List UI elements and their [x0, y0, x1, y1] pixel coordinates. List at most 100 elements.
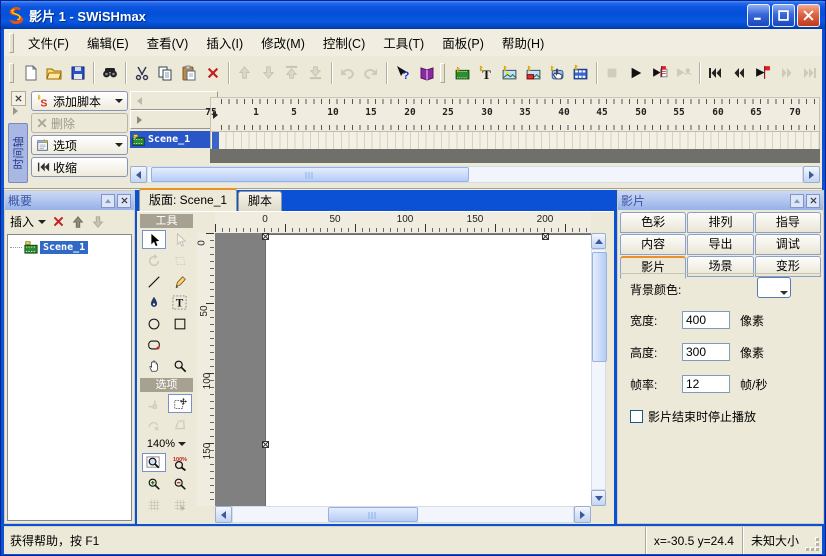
text-tool[interactable]: T	[168, 293, 192, 312]
outline-tree[interactable]: Scene_1	[7, 234, 132, 521]
redo-button[interactable]	[359, 60, 383, 86]
new-file-button[interactable]	[19, 60, 43, 86]
step-forward-button[interactable]	[775, 60, 799, 86]
go-to-first-frame-button[interactable]	[704, 60, 728, 86]
scroll-left-button[interactable]	[215, 506, 232, 523]
h-scrollbar-track[interactable]	[232, 506, 574, 523]
paste-button[interactable]	[177, 60, 201, 86]
tree-item-scene[interactable]: Scene_1	[10, 240, 131, 254]
show-grid-option[interactable]	[142, 495, 166, 514]
help-contents-button[interactable]	[415, 60, 439, 86]
play-to-flag-button[interactable]	[751, 60, 775, 86]
stop-button[interactable]	[601, 60, 625, 86]
preview-frame-button[interactable]	[672, 60, 696, 86]
resize-grip[interactable]	[807, 527, 822, 554]
play-movie-button[interactable]	[648, 60, 672, 86]
find-button[interactable]	[98, 60, 122, 86]
menu-item[interactable]: 面板(P)	[433, 29, 493, 56]
tab-guide[interactable]: 指导	[755, 212, 821, 233]
timeline-scrollbar-track[interactable]	[147, 166, 803, 183]
zoom-select-tool[interactable]	[142, 453, 166, 472]
timeline-ruler[interactable]: 151015202530354045505560657075	[210, 97, 820, 132]
movie-panel-titlebar[interactable]: 影片	[618, 191, 823, 210]
zoom-in-tool[interactable]	[142, 474, 166, 493]
menu-item[interactable]: 控制(C)	[314, 29, 374, 56]
movie-stage[interactable]	[265, 234, 591, 506]
height-input[interactable]	[682, 343, 730, 361]
stop-at-end-checkbox[interactable]	[630, 410, 643, 423]
curve-points-option[interactable]	[142, 415, 166, 434]
send-to-back-button[interactable]	[304, 60, 328, 86]
timeline-collapse-arrow-icon[interactable]	[13, 107, 18, 115]
timeline-close-button[interactable]	[11, 91, 26, 106]
canvas-vertical-scrollbar[interactable]	[591, 233, 608, 506]
open-file-button[interactable]	[42, 60, 66, 86]
menu-item[interactable]: 文件(F)	[19, 29, 78, 56]
undo-button[interactable]	[336, 60, 360, 86]
timeline-scene-row[interactable]: Scene_1	[130, 131, 210, 148]
stage-handle-topcenter[interactable]	[542, 233, 549, 240]
zoom-100-tool[interactable]: 100%	[168, 453, 192, 472]
timeline-frames-row[interactable]	[210, 131, 820, 150]
h-scrollbar-thumb[interactable]	[328, 507, 418, 522]
outline-insert-button[interactable]: 插入	[10, 213, 46, 230]
show-transform-handles-option[interactable]	[168, 394, 192, 413]
insert-content-button[interactable]	[521, 60, 545, 86]
timeline-scrollbar-thumb[interactable]	[151, 167, 469, 182]
scroll-right-button[interactable]	[574, 506, 591, 523]
menu-item[interactable]: 帮助(H)	[493, 29, 553, 56]
menu-item[interactable]: 修改(M)	[252, 29, 314, 56]
bring-to-front-button[interactable]	[280, 60, 304, 86]
outline-delete-icon[interactable]	[52, 215, 65, 228]
snap-to-grid-option[interactable]	[168, 495, 192, 514]
timeline-vertical-tab[interactable]: 时间轴	[8, 123, 28, 183]
step-back-button[interactable]	[727, 60, 751, 86]
outline-minimize-button[interactable]	[101, 194, 115, 208]
save-button[interactable]	[66, 60, 90, 86]
rectangle-tool[interactable]	[168, 314, 192, 333]
play-button[interactable]	[624, 60, 648, 86]
autoshape-tool[interactable]	[142, 335, 166, 354]
ellipse-tool[interactable]	[142, 314, 166, 333]
menu-item[interactable]: 工具(T)	[374, 29, 433, 56]
toolbar-grip[interactable]	[440, 63, 445, 83]
tab-content[interactable]: 内容	[620, 234, 686, 255]
tab-layout[interactable]: 版面: Scene_1	[139, 188, 237, 211]
scroll-left-button[interactable]	[130, 166, 147, 183]
insert-button-button[interactable]	[545, 60, 569, 86]
menu-item[interactable]: 插入(I)	[197, 29, 252, 56]
context-help-button[interactable]: ?	[391, 60, 415, 86]
scroll-up-button[interactable]	[591, 233, 606, 249]
movie-minimize-button[interactable]	[790, 194, 804, 208]
move-up-button[interactable]	[233, 60, 257, 86]
cut-button[interactable]	[130, 60, 154, 86]
script-options-button[interactable]: 选项	[31, 135, 128, 155]
pen-tool[interactable]	[142, 293, 166, 312]
tab-script[interactable]: 脚本	[238, 191, 282, 211]
go-to-last-frame-button[interactable]	[798, 60, 822, 86]
outline-panel-titlebar[interactable]: 概要	[5, 191, 134, 210]
outline-move-up-icon[interactable]	[71, 215, 85, 229]
tab-debug[interactable]: 调试	[755, 234, 821, 255]
v-scrollbar-track[interactable]	[591, 249, 606, 490]
subselect-tool[interactable]	[168, 230, 192, 249]
scroll-down-button[interactable]	[591, 490, 606, 506]
rotate-tool[interactable]	[142, 251, 166, 270]
move-down-button[interactable]	[256, 60, 280, 86]
zoom-tool[interactable]	[168, 356, 192, 375]
maximize-button[interactable]	[772, 4, 795, 27]
pencil-tool[interactable]	[168, 272, 192, 291]
movie-close-button[interactable]	[806, 194, 820, 208]
menu-item[interactable]: 查看(V)	[138, 29, 198, 56]
line-tool[interactable]	[142, 272, 166, 291]
toolbar-grip[interactable]	[9, 63, 14, 83]
scroll-right-button[interactable]	[803, 166, 820, 183]
insert-scene-button[interactable]	[450, 60, 474, 86]
stage-handle-topleft[interactable]	[262, 233, 269, 240]
title-bar[interactable]: 影片 1 - SWiSHmax	[1, 1, 825, 29]
menu-item[interactable]: 编辑(E)	[78, 29, 138, 56]
close-button[interactable]	[797, 4, 820, 27]
stage-handle-middleleft[interactable]	[262, 441, 269, 448]
tab-export[interactable]: 导出	[687, 234, 753, 255]
insert-sprite-button[interactable]	[569, 60, 593, 86]
